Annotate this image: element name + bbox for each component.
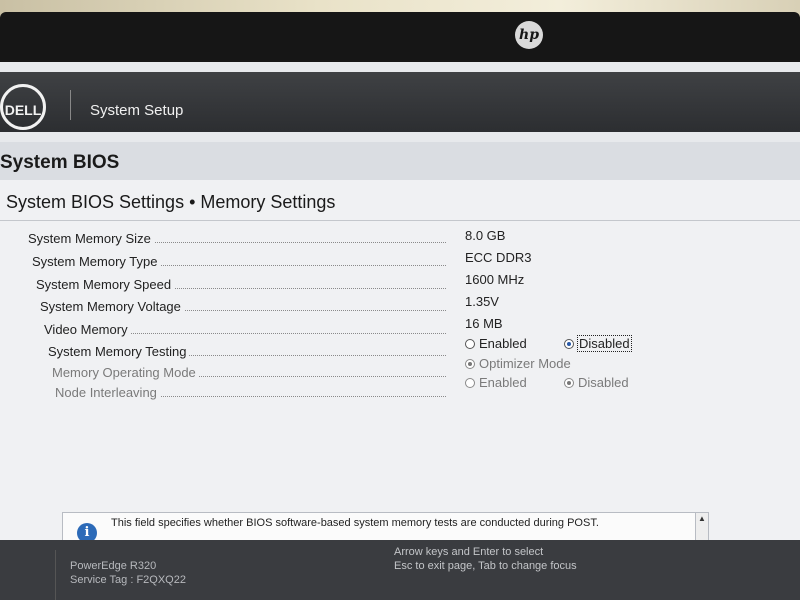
- setting-row-memory-testing[interactable]: System Memory Testing: [48, 344, 446, 364]
- setting-label: Video Memory: [44, 322, 131, 337]
- header-separator: [70, 90, 71, 120]
- key-hint-select: Arrow keys and Enter to select: [394, 546, 544, 558]
- setting-row-memory-speed[interactable]: System Memory Speed: [36, 277, 446, 297]
- setting-label: System Memory Type: [32, 254, 161, 269]
- setting-value-memory-size: 8.0 GB: [465, 228, 506, 243]
- radio-optimizer-mode[interactable]: Optimizer Mode: [465, 356, 571, 371]
- radio-off-icon: [465, 338, 475, 349]
- radio-label: Optimizer Mode: [479, 356, 571, 371]
- setting-row-memory-operating-mode[interactable]: Memory Operating Mode: [52, 365, 446, 385]
- memory-testing-options: Enabled Disabled: [465, 335, 632, 352]
- setting-value-memory-speed: 1600 MHz: [465, 272, 525, 287]
- radio-on-icon: [563, 377, 574, 388]
- setting-label: Memory Operating Mode: [52, 365, 199, 380]
- app-title: System Setup: [90, 102, 184, 119]
- header-bar: DELL System Setup: [0, 72, 800, 132]
- footer-divider: [55, 550, 56, 600]
- section-band: [0, 142, 800, 182]
- radio-enabled[interactable]: Enabled: [465, 336, 527, 351]
- section-title: System BIOS: [0, 152, 120, 173]
- setting-label: Node Interleaving: [55, 385, 160, 400]
- help-text: This field specifies whether BIOS softwa…: [111, 517, 599, 529]
- radio-enabled[interactable]: Enabled: [465, 375, 527, 390]
- radio-label: Enabled: [479, 336, 527, 351]
- setting-label: System Memory Voltage: [40, 299, 184, 314]
- setting-row-node-interleaving[interactable]: Node Interleaving: [55, 385, 446, 405]
- setting-row-memory-voltage[interactable]: System Memory Voltage: [40, 299, 446, 319]
- setting-label: System Memory Speed: [36, 277, 175, 292]
- breadcrumb: System BIOS Settings • Memory Settings: [6, 192, 336, 212]
- scroll-up-icon[interactable]: ▲: [696, 513, 708, 525]
- breadcrumb-divider: [0, 220, 800, 221]
- setting-value-memory-voltage: 1.35V: [465, 294, 499, 309]
- dell-logo: DELL: [0, 84, 46, 130]
- key-hint-exit: Esc to exit page, Tab to change focus: [394, 560, 577, 572]
- setting-row-memory-size[interactable]: System Memory Size: [28, 231, 446, 251]
- radio-label: Disabled: [576, 335, 632, 352]
- footer-bar: PowerEdge R320 Service Tag : F2QXQ22 Arr…: [0, 540, 800, 600]
- setting-row-memory-type[interactable]: System Memory Type: [32, 254, 446, 274]
- radio-on-icon: [563, 338, 574, 349]
- memory-operating-mode-options: Optimizer Mode: [465, 356, 571, 371]
- service-tag: Service Tag : F2QXQ22: [70, 574, 186, 586]
- radio-off-icon: [465, 377, 475, 388]
- setting-label: System Memory Size: [28, 231, 154, 246]
- radio-disabled[interactable]: Disabled: [563, 375, 629, 390]
- bios-screen: DELL System Setup System BIOS System BIO…: [0, 62, 800, 600]
- system-model: PowerEdge R320: [70, 560, 157, 572]
- radio-label: Disabled: [577, 375, 629, 390]
- setting-label: System Memory Testing: [48, 344, 190, 359]
- radio-label: Enabled: [479, 375, 527, 390]
- setting-value-video-memory: 16 MB: [465, 316, 503, 331]
- hp-logo: hp: [515, 21, 543, 49]
- node-interleaving-options: Enabled Disabled: [465, 375, 629, 390]
- radio-disabled[interactable]: Disabled: [563, 335, 632, 352]
- radio-on-icon: [465, 358, 475, 369]
- setting-value-memory-type: ECC DDR3: [465, 250, 532, 265]
- setting-row-video-memory[interactable]: Video Memory: [44, 322, 446, 342]
